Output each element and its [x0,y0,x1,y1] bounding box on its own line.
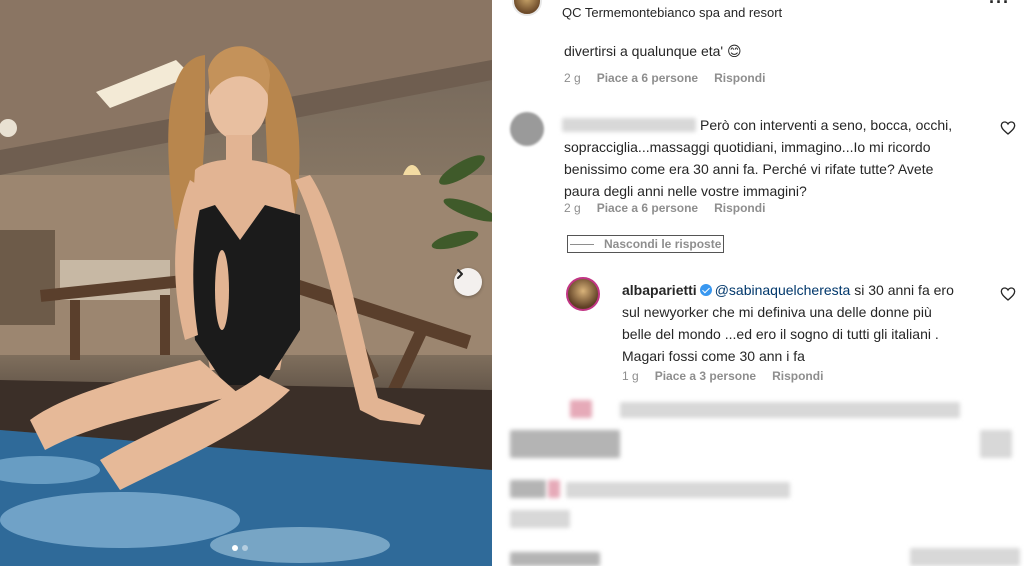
redacted-text [620,402,960,418]
redacted-icon [980,430,1012,458]
comment-likes-link[interactable]: Piace a 6 persone [597,71,698,85]
redacted-text [566,482,790,498]
chevron-right-icon [457,269,463,279]
redacted-text [510,430,620,458]
redacted-avatar [548,480,560,498]
carousel-dot [242,545,248,551]
comment-time: 2 g [564,71,581,85]
comment-text-line: Però con interventi a seno, bocca, occhi… [700,117,953,133]
post-header: QC Termemontebianco spa and resort ··· [492,0,1024,28]
redacted-avatar [510,480,546,498]
comment-text: divertirsi a qualunque eta' 😊 [564,43,742,59]
hide-replies-button[interactable]: Nascondi le risposte [567,235,725,253]
divider-line [570,243,594,245]
reply-likes-link[interactable]: Piace a 3 persone [655,369,756,383]
redacted-text [510,552,600,566]
comment-text-line: paura degli anni nelle vostre immagini? [564,183,807,199]
reply-text-line: sul newyorker che mi definiva una delle … [622,304,932,320]
location-link[interactable]: QC Termemontebianco spa and resort [562,5,782,20]
reply-first-line: albaparietti @sabinaquelcheresta si 30 an… [622,279,954,301]
comment-meta: 2 g Piace a 6 persone Rispondi [564,201,765,215]
comment-text-line: benissimo come era 30 anni fa. Perché vi… [564,161,934,177]
commenter-avatar[interactable] [510,112,544,146]
redacted-avatar [570,400,592,418]
post-photo [0,0,492,566]
comment-meta: 2 g Piace a 6 persone Rispondi [564,71,765,85]
reply-button[interactable]: Rispondi [714,201,765,215]
photo-scene [0,0,492,566]
carousel-indicator [232,545,248,551]
reply-text-start: si 30 anni fa ero [854,282,954,298]
reply-text-line: belle del mondo ...ed ero il sogno di tu… [622,326,939,342]
verified-badge-icon [699,284,712,296]
comments-panel: QC Termemontebianco spa and resort ··· d… [492,0,1024,566]
reply-button[interactable]: Rispondi [714,71,765,85]
hide-replies-label: Nascondi le risposte [604,237,722,251]
reply-avatar[interactable] [566,277,600,311]
author-avatar[interactable] [512,0,542,16]
comment-likes-link[interactable]: Piace a 6 persone [597,201,698,215]
reply-time: 1 g [622,369,639,383]
like-heart-icon[interactable] [1000,286,1016,302]
carousel-dot [232,545,238,551]
redacted-text [910,548,1020,566]
reply-meta: 1 g Piace a 3 persone Rispondi [622,369,823,383]
reply-mention[interactable]: @sabinaquelcheresta [715,282,851,298]
more-options-icon[interactable]: ··· [989,0,1010,13]
reply-username[interactable]: albaparietti [622,282,697,298]
reply-button[interactable]: Rispondi [772,369,823,383]
carousel-next-button[interactable] [454,268,482,296]
redacted-username [562,118,696,132]
comment-text-line: sopracciglia...massaggi quotidiani, imma… [564,139,931,155]
comment-time: 2 g [564,201,581,215]
reply-text-line: Magari fossi come 30 ann i fa [622,348,805,364]
redacted-text [510,510,570,528]
like-heart-icon[interactable] [1000,120,1016,136]
